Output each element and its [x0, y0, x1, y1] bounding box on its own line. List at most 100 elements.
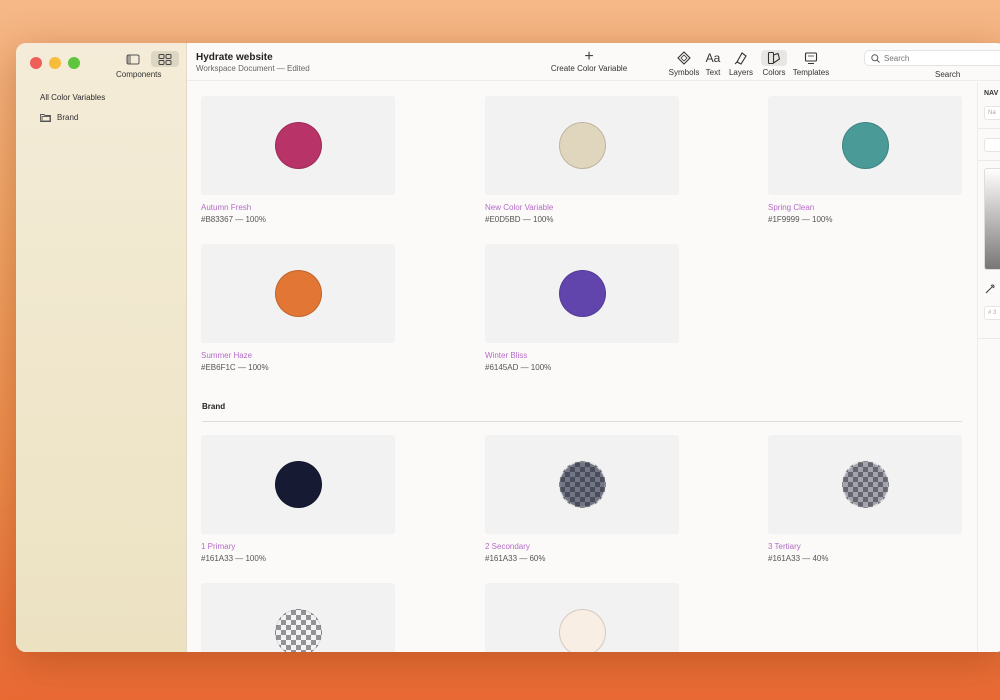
- zoom-window-button[interactable]: [68, 57, 80, 69]
- layers-icon: [734, 52, 747, 65]
- symbols-button[interactable]: Symbols: [665, 50, 703, 77]
- swatch-box: [201, 96, 395, 195]
- swatch-box: [201, 435, 395, 534]
- layers-button[interactable]: Layers: [723, 50, 759, 77]
- color-card[interactable]: Autumn Fresh #B83367 — 100%: [201, 96, 395, 224]
- color-value: #B83367 — 100%: [201, 215, 266, 224]
- templates-label: Templates: [792, 68, 830, 77]
- eyedropper-button[interactable]: [985, 281, 996, 299]
- color-card[interactable]: [485, 583, 679, 652]
- color-name: Winter Bliss: [485, 351, 528, 360]
- swatch-box: [201, 583, 395, 652]
- components-label: Components: [116, 70, 162, 79]
- document-title: Hydrate website: [196, 52, 273, 63]
- section-divider: [202, 421, 962, 422]
- search-field[interactable]: [864, 50, 1000, 66]
- color-swatch: [275, 461, 322, 508]
- color-card[interactable]: 2 Secondary #161A33 — 60%: [485, 435, 679, 563]
- grid-view-icon: [158, 53, 172, 65]
- color-swatch: [275, 270, 322, 317]
- color-card[interactable]: Winter Bliss #6145AD — 100%: [485, 244, 679, 372]
- search-label: Search: [935, 70, 961, 79]
- color-card[interactable]: 3 Tertiary #161A33 — 40%: [768, 435, 962, 563]
- sidebar: Components All Color Variables Brand: [16, 43, 187, 652]
- color-value: #E0D5BD — 100%: [485, 215, 554, 224]
- color-card[interactable]: Summer Haze #EB6F1C — 100%: [201, 244, 395, 372]
- color-name: 2 Secondary: [485, 542, 530, 551]
- sidebar-item-label: Brand: [57, 113, 79, 122]
- color-name: New Color Variable: [485, 203, 554, 212]
- swatch-box: [485, 435, 679, 534]
- symbols-label: Symbols: [668, 68, 700, 77]
- inspector-color-field[interactable]: [984, 138, 1000, 152]
- create-color-variable-label: Create Color Variable: [550, 64, 628, 73]
- templates-icon: [804, 52, 818, 65]
- color-value: #6145AD — 100%: [485, 363, 552, 372]
- color-value: #161A33 — 40%: [768, 554, 829, 563]
- eyedropper-icon: [985, 284, 995, 294]
- color-variables-grid: Autumn Fresh #B83367 — 100% New Color Va…: [187, 82, 977, 652]
- color-name: Spring Clean: [768, 203, 815, 212]
- swatch-box: [485, 96, 679, 195]
- search-input[interactable]: [884, 53, 994, 63]
- swatch-box: [201, 244, 395, 343]
- grid-view-button[interactable]: [151, 51, 179, 67]
- text-button[interactable]: Aa Text: [703, 50, 723, 77]
- window-controls: [30, 57, 80, 69]
- app-window: Components All Color Variables Brand Hyd…: [16, 43, 1000, 652]
- color-picker-gradient[interactable]: [984, 168, 1000, 270]
- swatch-box: [768, 435, 962, 534]
- color-value: #EB6F1C — 100%: [201, 363, 269, 372]
- inspector-divider: [978, 160, 1000, 161]
- color-card[interactable]: New Color Variable #E0D5BD — 100%: [485, 96, 679, 224]
- color-value: #1F9999 — 100%: [768, 215, 833, 224]
- inspector-name-label: NAV: [984, 90, 999, 97]
- close-window-button[interactable]: [30, 57, 42, 69]
- view-toggle: [119, 51, 179, 67]
- color-name: 3 Tertiary: [768, 542, 801, 551]
- list-view-button[interactable]: [119, 51, 147, 67]
- section-title-brand: Brand: [202, 402, 226, 411]
- color-swatch: [559, 270, 606, 317]
- color-card[interactable]: [201, 583, 395, 652]
- layers-label: Layers: [728, 68, 753, 77]
- colors-button[interactable]: Colors: [759, 50, 789, 77]
- document-status: Workspace Document — Edited: [196, 64, 310, 73]
- create-color-variable-button[interactable]: + Create Color Variable: [544, 49, 634, 74]
- color-card[interactable]: 1 Primary #161A33 — 100%: [201, 435, 395, 563]
- folder-icon: [40, 114, 51, 122]
- minimize-window-button[interactable]: [49, 57, 61, 69]
- swatch-box: [485, 583, 679, 652]
- text-icon: Aa: [705, 51, 721, 65]
- inspector-panel: NAV Na # 3: [977, 82, 1000, 652]
- color-name: Summer Haze: [201, 351, 253, 360]
- inspector-hex-field[interactable]: # 3: [984, 306, 1000, 320]
- toolbar-tools: Symbols Aa Text Layers Colors Templates: [665, 50, 833, 77]
- color-card[interactable]: Spring Clean #1F9999 — 100%: [768, 96, 962, 224]
- search-icon: [871, 53, 880, 63]
- color-swatch: [559, 461, 606, 508]
- swatch-box: [768, 96, 962, 195]
- color-name: 1 Primary: [201, 542, 236, 551]
- sidebar-item-brand[interactable]: Brand: [40, 113, 78, 122]
- color-swatch: [275, 609, 322, 652]
- color-swatch: [559, 609, 606, 652]
- color-swatch: [842, 122, 889, 169]
- symbols-icon: [677, 51, 691, 65]
- all-color-variables-item[interactable]: All Color Variables: [40, 93, 105, 102]
- text-label: Text: [705, 68, 721, 77]
- inspector-name-field[interactable]: Na: [984, 106, 1000, 120]
- color-value: #161A33 — 60%: [485, 554, 546, 563]
- colors-icon: [767, 51, 781, 65]
- color-value: #161A33 — 100%: [201, 554, 266, 563]
- color-swatch: [559, 122, 606, 169]
- inspector-divider: [978, 128, 1000, 129]
- color-swatch: [275, 122, 322, 169]
- toolbar: Hydrate website Workspace Document — Edi…: [187, 43, 1000, 81]
- templates-button[interactable]: Templates: [789, 50, 833, 77]
- color-name: Autumn Fresh: [201, 203, 252, 212]
- swatch-box: [485, 244, 679, 343]
- sidebar-view-icon: [126, 54, 140, 64]
- colors-label: Colors: [762, 68, 786, 77]
- inspector-divider: [978, 338, 1000, 339]
